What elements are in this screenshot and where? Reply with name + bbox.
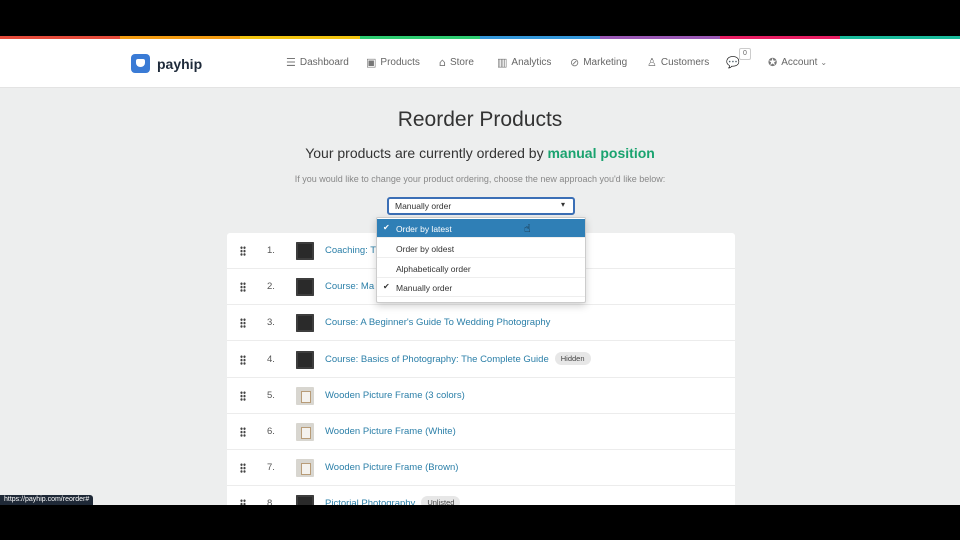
brand-logo[interactable]: payhip [131,54,202,73]
drag-handle-icon[interactable] [240,282,246,293]
visibility-badge: Unlisted [421,496,461,505]
product-row[interactable]: 3. Course: A Beginner's Guide To Wedding … [227,305,735,342]
nav-analytics[interactable]: ▥ Analytics [497,56,551,69]
chat-bubble-icon: 💬 [726,56,740,69]
product-position: 6. [267,426,275,437]
nav-analytics-label: Analytics [511,57,552,68]
drag-handle-icon[interactable] [240,246,246,256]
check-icon: ✔ [383,223,390,232]
product-row[interactable]: 4. Course: Basics of Photography: The Com… [227,342,735,378]
sort-option[interactable]: Alphabetically order [377,259,585,278]
product-position: 5. [267,389,275,401]
product-thumbnail [296,350,314,369]
drag-handle-icon[interactable] [240,499,246,505]
box-icon: ▣ [366,56,377,69]
product-thumbnail [296,314,314,333]
product-title: Course: Basics of Photography: The Compl… [325,353,549,365]
product-thumbnail [296,495,314,505]
product-position: 4. [267,353,275,365]
product-row[interactable]: 5. Wooden Picture Frame (3 colors) [227,378,735,414]
drag-handle-icon[interactable] [240,390,246,401]
sort-select-value: Manually order [395,201,452,211]
tag-icon: ⊘ [570,56,580,69]
browser-viewport: payhip ☰ Dashboard ▣ Products ⌂ Store ▥ … [0,36,960,505]
menu-icon: ☰ [286,56,296,69]
page-title: Reorder Products [397,108,563,131]
sort-option-label: Order by latest [396,224,452,234]
nav-store[interactable]: ⌂ Store [439,56,474,69]
account-star-icon: ✪ [768,56,778,69]
product-title: Wooden Picture Frame (Brown) [325,462,459,474]
visibility-badge: Hidden [554,351,591,365]
product-title-link[interactable]: Coaching: T [325,245,376,256]
drag-handle-icon[interactable] [240,318,246,329]
sort-option-label: Order by oldest [396,243,455,254]
ordering-subtitle: Your products are currently ordered by m… [0,145,960,161]
sort-option-label: Manually order [396,283,453,294]
store-icon: ⌂ [439,56,446,69]
sort-option[interactable]: Order by oldest [377,239,585,258]
payhip-logo-icon [131,54,150,73]
nav-account-label: Account [781,57,818,68]
top-navbar: payhip ☰ Dashboard ▣ Products ⌂ Store ▥ … [0,39,960,88]
caret-down-icon: ▾ [560,200,565,209]
product-position: 3. [267,317,275,329]
product-title: Course: Ma [325,281,375,293]
product-title-link[interactable]: Wooden Picture Frame (Brown) [325,462,458,473]
product-title-link[interactable]: Course: Ma [325,281,374,292]
nav-account[interactable]: ✪ Account ⌄ [768,56,831,69]
product-position: 8. [267,498,275,505]
product-title: Coaching: T [325,245,377,256]
product-thumbnail [296,278,314,297]
notification-count-badge: 0 [739,48,751,60]
chevron-down-icon: ⌄ [820,58,828,67]
nav-dashboard-label: Dashboard [299,57,349,68]
product-title: Wooden Picture Frame (White) [325,426,456,437]
drag-handle-icon[interactable] [240,463,246,474]
ordering-hint: If you would like to change your product… [294,174,666,184]
link-status-bar: https://payhip.com/reorder# [0,495,94,505]
sort-options-dropdown: ✔ Order by latest Order by oldest Alphabeti… [376,217,586,303]
product-title-link[interactable]: Pictorial Photography Unlisted [325,496,461,505]
product-thumbnail [296,459,314,478]
user-icon: ♙ [647,56,657,69]
sort-order-select[interactable]: Manually order ▾ [387,197,575,215]
check-icon: ✔ [383,282,390,292]
subtitle-prefix: Your products are currently ordered by [305,145,544,161]
nav-marketing[interactable]: ⊘ Marketing [570,56,627,69]
chart-icon: ▥ [497,56,508,69]
product-row[interactable]: 8. Pictorial Photography Unlisted [227,486,735,505]
sort-option[interactable]: ✔ Manually order [377,278,585,298]
product-title-link[interactable]: Course: A Beginner's Guide To Wedding Ph… [325,317,550,328]
product-thumbnail [296,242,314,260]
product-title-link[interactable]: Wooden Picture Frame (White) [325,426,456,437]
product-row[interactable]: 6. Wooden Picture Frame (White) [227,414,735,450]
product-position: 1. [267,245,275,256]
hand-pointer-cursor-icon: ☝ [524,222,531,235]
nav-dashboard[interactable]: ☰ Dashboard [286,56,349,69]
nav-customers[interactable]: ♙ Customers [647,56,709,69]
product-thumbnail [296,386,314,405]
product-title: Wooden Picture Frame (3 colors) [325,389,465,401]
sort-option[interactable]: ✔ Order by latest [377,219,585,238]
product-position: 7. [267,462,275,474]
product-title: Course: A Beginner's Guide To Wedding Ph… [325,317,551,329]
brand-name: payhip [157,55,203,72]
nav-store-label: Store [449,57,474,68]
drag-handle-icon[interactable] [240,427,246,437]
nav-customers-label: Customers [660,57,710,68]
current-order-mode: manual position [547,145,655,161]
product-title-link[interactable]: Course: Basics of Photography: The Compl… [325,351,591,365]
nav-products-label: Products [380,57,420,68]
product-row[interactable]: 7. Wooden Picture Frame (Brown) [227,450,735,487]
product-thumbnail [296,423,314,441]
drag-handle-icon[interactable] [240,354,246,365]
nav-marketing-label: Marketing [583,57,628,68]
sort-option-label: Alphabetically order [396,263,471,274]
product-title: Pictorial Photography [325,498,416,505]
product-title-link[interactable]: Wooden Picture Frame (3 colors) [325,390,465,401]
nav-products[interactable]: ▣ Products [366,56,420,69]
product-position: 2. [267,281,275,293]
